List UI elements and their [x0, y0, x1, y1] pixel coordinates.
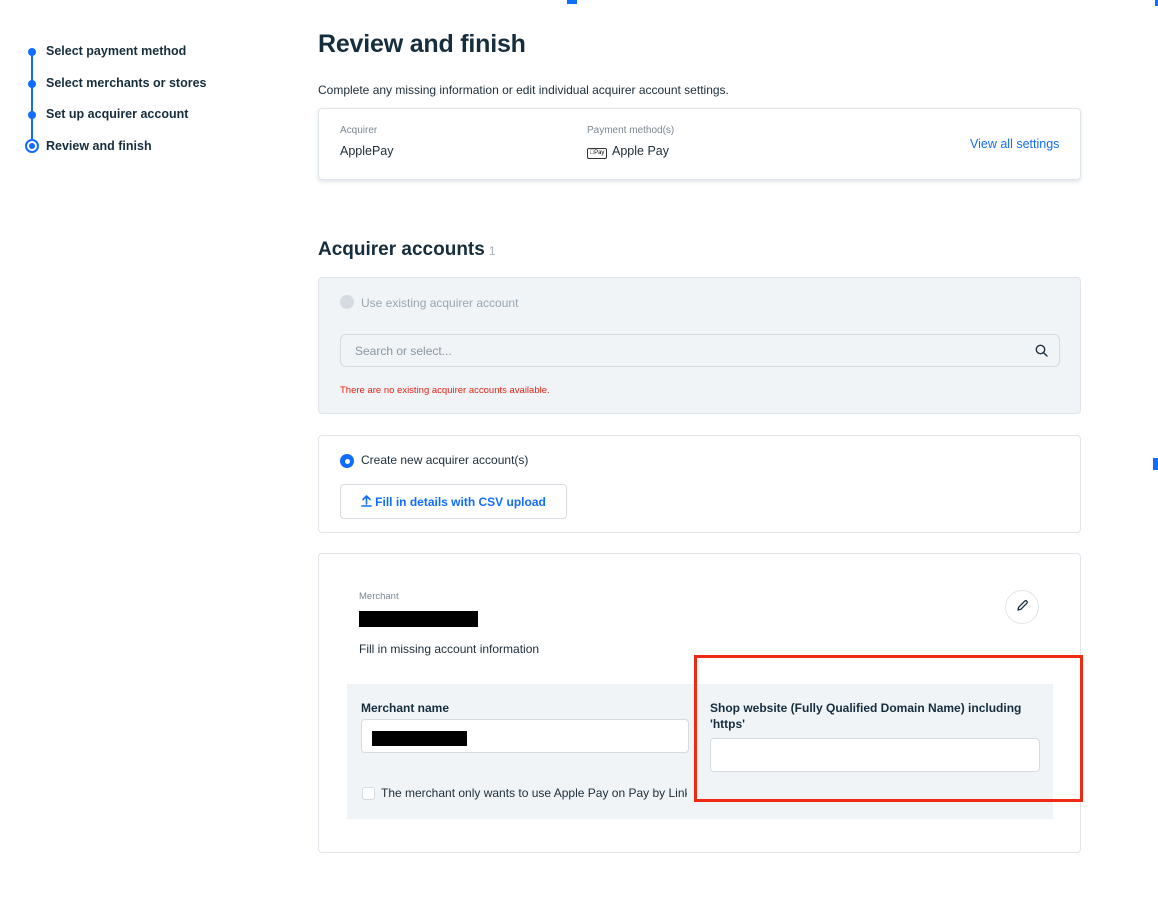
payment-method-name: Apple Pay — [612, 144, 669, 158]
step-select-payment-method[interactable]: Select payment method — [24, 40, 244, 72]
page-title: Review and finish — [318, 30, 526, 58]
top-edge-marker — [567, 0, 577, 4]
create-new-label: Create new acquirer account(s) — [361, 453, 529, 467]
merchant-name-label: Merchant name — [361, 701, 450, 715]
redacted-merchant-name-value — [372, 731, 467, 746]
payment-method-value: Pay Apple Pay — [587, 144, 669, 159]
search-icon — [1035, 344, 1048, 357]
setup-stepper: Select payment method Select merchants o… — [24, 40, 244, 166]
missing-fields-panel: Merchant name Shop website (Fully Qualif… — [347, 684, 1053, 819]
apple-pay-only-label: The merchant only wants to use Apple Pay… — [381, 786, 687, 800]
use-existing-radio[interactable] — [340, 295, 354, 309]
acquirer-accounts-heading: Acquirer accounts 1 — [318, 239, 496, 261]
merchant-account-card: Merchant Fill in missing account informa… — [318, 553, 1081, 853]
fill-missing-info-text: Fill in missing account information — [359, 642, 540, 656]
main-content: Review and finish Complete any missing i… — [318, 30, 1081, 853]
step-dot-icon — [28, 48, 36, 56]
step-label: Review and finish — [46, 138, 152, 153]
right-edge-marker — [1153, 458, 1158, 470]
view-all-settings-link[interactable]: View all settings — [970, 137, 1059, 151]
create-new-radio[interactable] — [340, 454, 354, 468]
step-label: Select payment method — [46, 44, 187, 58]
acquirer-label: Acquirer — [340, 125, 378, 136]
step-label: Set up acquirer account — [46, 107, 189, 121]
csv-upload-button[interactable]: Fill in details with CSV upload — [340, 484, 567, 519]
edit-merchant-button[interactable] — [1005, 590, 1039, 624]
apple-pay-only-checkbox[interactable] — [362, 787, 375, 800]
section-title-text: Acquirer accounts — [318, 239, 485, 260]
merchant-name-input[interactable] — [361, 719, 689, 753]
pencil-icon — [1016, 600, 1028, 611]
accounts-count: 1 — [488, 244, 496, 258]
page-subtitle: Complete any missing information or edit… — [318, 83, 729, 97]
use-existing-label: Use existing acquirer account — [361, 296, 519, 310]
no-accounts-error: There are no existing acquirer accounts … — [340, 385, 550, 396]
step-label: Select merchants or stores — [46, 75, 207, 90]
redacted-merchant-name — [359, 611, 478, 627]
step-dot-icon — [28, 79, 36, 88]
shop-website-input[interactable] — [710, 738, 1040, 772]
create-account-panel: Create new acquirer account(s) Fill in d… — [318, 435, 1081, 533]
current-step-icon — [25, 138, 39, 153]
acquirer-search-input[interactable] — [340, 334, 1060, 367]
payment-methods-label: Payment method(s) — [587, 125, 675, 136]
upload-icon — [361, 494, 372, 507]
shop-website-label: Shop website (Fully Qualified Domain Nam… — [710, 701, 1022, 731]
step-review-and-finish[interactable]: Review and finish — [24, 135, 244, 167]
acquirer-value: ApplePay — [340, 144, 394, 158]
step-select-merchants[interactable]: Select merchants or stores — [24, 72, 244, 104]
settings-summary-card: Acquirer ApplePay Payment method(s) Pay… — [318, 108, 1081, 180]
apple-pay-icon: Pay — [587, 148, 607, 159]
step-dot-icon — [28, 111, 36, 119]
merchant-label: Merchant — [359, 591, 399, 602]
step-set-up-acquirer[interactable]: Set up acquirer account — [24, 103, 244, 135]
csv-upload-label: Fill in details with CSV upload — [375, 494, 546, 509]
existing-account-panel: Use existing acquirer account There are … — [318, 277, 1081, 414]
